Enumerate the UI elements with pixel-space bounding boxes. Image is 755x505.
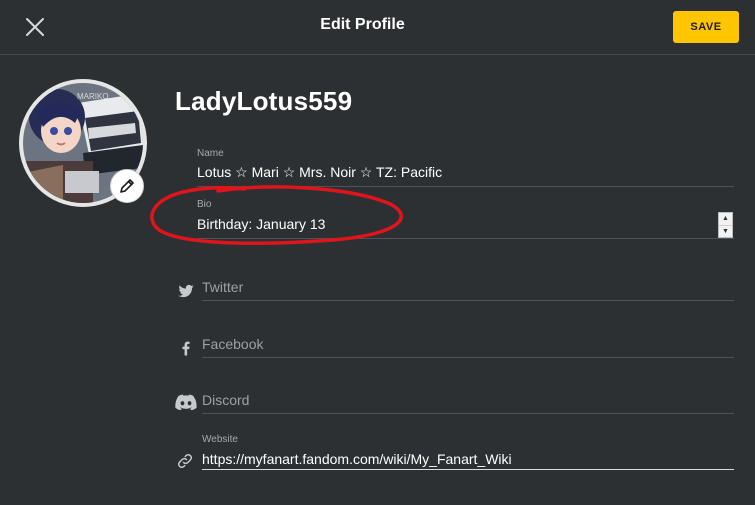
website-input[interactable]: https://myfanart.fandom.com/wiki/My_Fana…: [202, 451, 512, 467]
bio-textarea[interactable]: Birthday: January 13: [197, 216, 325, 232]
discord-icon: [175, 394, 197, 412]
pencil-icon: [120, 179, 134, 193]
save-button[interactable]: SAVE: [673, 11, 739, 43]
name-input[interactable]: Lotus ☆ Mari ☆ Mrs. Noir ☆ TZ: Pacific: [197, 164, 442, 181]
modal-header: Edit Profile SAVE: [0, 0, 755, 55]
bio-label: Bio: [197, 199, 212, 210]
name-label: Name: [197, 148, 224, 159]
scroll-down-icon[interactable]: ▼: [719, 225, 732, 237]
username: LadyLotus559: [175, 86, 353, 116]
facebook-icon: [177, 339, 195, 357]
page-title: Edit Profile: [320, 16, 405, 33]
discord-input[interactable]: Discord: [202, 392, 249, 408]
twitter-icon: [177, 282, 195, 300]
scroll-up-icon[interactable]: ▲: [719, 213, 732, 225]
bio-underline: [197, 238, 734, 239]
twitter-input[interactable]: Twitter: [202, 279, 243, 295]
discord-underline: [202, 413, 734, 414]
twitter-underline: [202, 300, 734, 301]
name-underline: [197, 186, 734, 187]
edit-avatar-button[interactable]: [110, 169, 144, 203]
facebook-underline: [202, 357, 734, 358]
link-icon: [176, 452, 194, 470]
bio-scrollbar[interactable]: ▲ ▼: [718, 212, 733, 238]
website-underline: [202, 469, 734, 470]
facebook-input[interactable]: Facebook: [202, 336, 263, 352]
svg-text:MARIKO: MARIKO: [77, 92, 109, 101]
website-label: Website: [202, 434, 238, 445]
